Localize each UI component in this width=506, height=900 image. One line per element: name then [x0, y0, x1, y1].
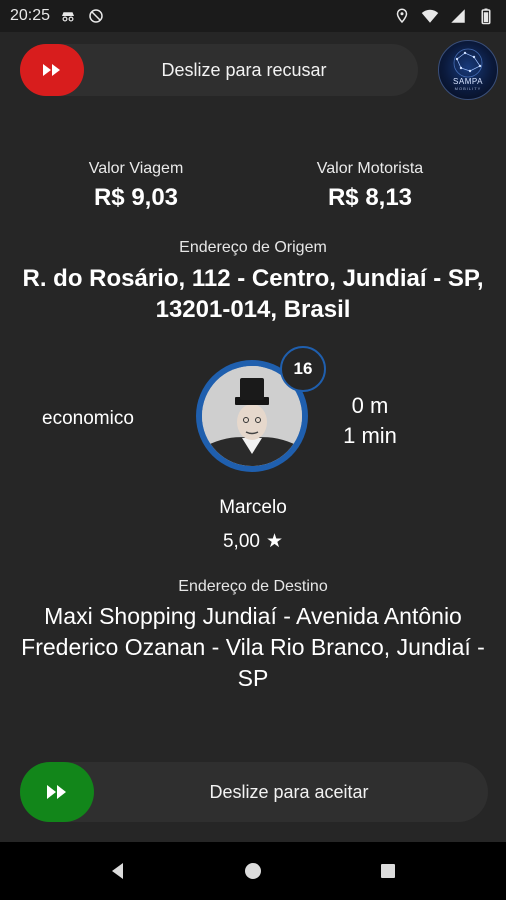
rating-value: 5,00 [222, 531, 260, 552]
logo-text: SAMPA [453, 77, 483, 86]
passenger-name: Marcelo [219, 497, 287, 518]
driver-fare-caption: Valor Motorista [316, 160, 424, 177]
location-icon [392, 6, 412, 26]
destination-label: Endereço de Destino [178, 578, 328, 595]
status-time: 20:25 [10, 7, 51, 24]
recents-icon [381, 864, 396, 878]
ride-count-badge: 16 [280, 346, 326, 392]
network-globe-icon [453, 48, 483, 78]
passenger-rating: 5,00 ★ [0, 530, 506, 553]
logo-subtext: MOBILITY [454, 86, 482, 91]
ride-category: economico [42, 408, 134, 429]
accept-slider[interactable]: Deslize para aceitar [20, 762, 488, 822]
eta-duration: 1 min [343, 423, 397, 448]
recents-button[interactable] [368, 851, 408, 891]
home-icon [244, 863, 261, 879]
travel-fare: Valor Viagem R$ 9,03 [56, 160, 216, 212]
destination-address: Maxi Shopping Jundiaí - Avenida Antônio … [21, 603, 485, 691]
status-bar: 20:25 [0, 0, 506, 32]
reject-slider[interactable]: Deslize para recusar [20, 44, 418, 96]
signal-icon [448, 6, 468, 26]
home-button[interactable] [233, 851, 273, 891]
blocked-icon [86, 6, 106, 26]
origin-address: R. do Rosário, 112 - Centro, Jundiaí - S… [22, 265, 484, 323]
accept-slide-handle[interactable] [20, 762, 94, 822]
driver-fare: Valor Motorista R$ 8,13 [290, 160, 450, 212]
fast-forward-icon [47, 785, 66, 799]
reject-slide-handle[interactable] [20, 44, 84, 96]
wifi-icon [420, 6, 440, 26]
origin-label: Endereço de Origem [179, 239, 327, 256]
eta-distance: 0 m [351, 393, 389, 418]
incognito-icon [58, 6, 78, 26]
travel-fare-value: R$ 9,03 [93, 184, 179, 211]
back-icon [111, 863, 123, 879]
battery-icon [476, 6, 496, 26]
fast-forward-icon [43, 64, 60, 76]
travel-fare-caption: Valor Viagem [88, 160, 184, 177]
back-button[interactable] [98, 851, 138, 891]
brand-logo: SAMPA MOBILITY [438, 40, 498, 100]
star-icon: ★ [265, 531, 284, 552]
driver-fare-value: R$ 8,13 [327, 184, 413, 211]
system-navigation-bar [0, 842, 506, 900]
